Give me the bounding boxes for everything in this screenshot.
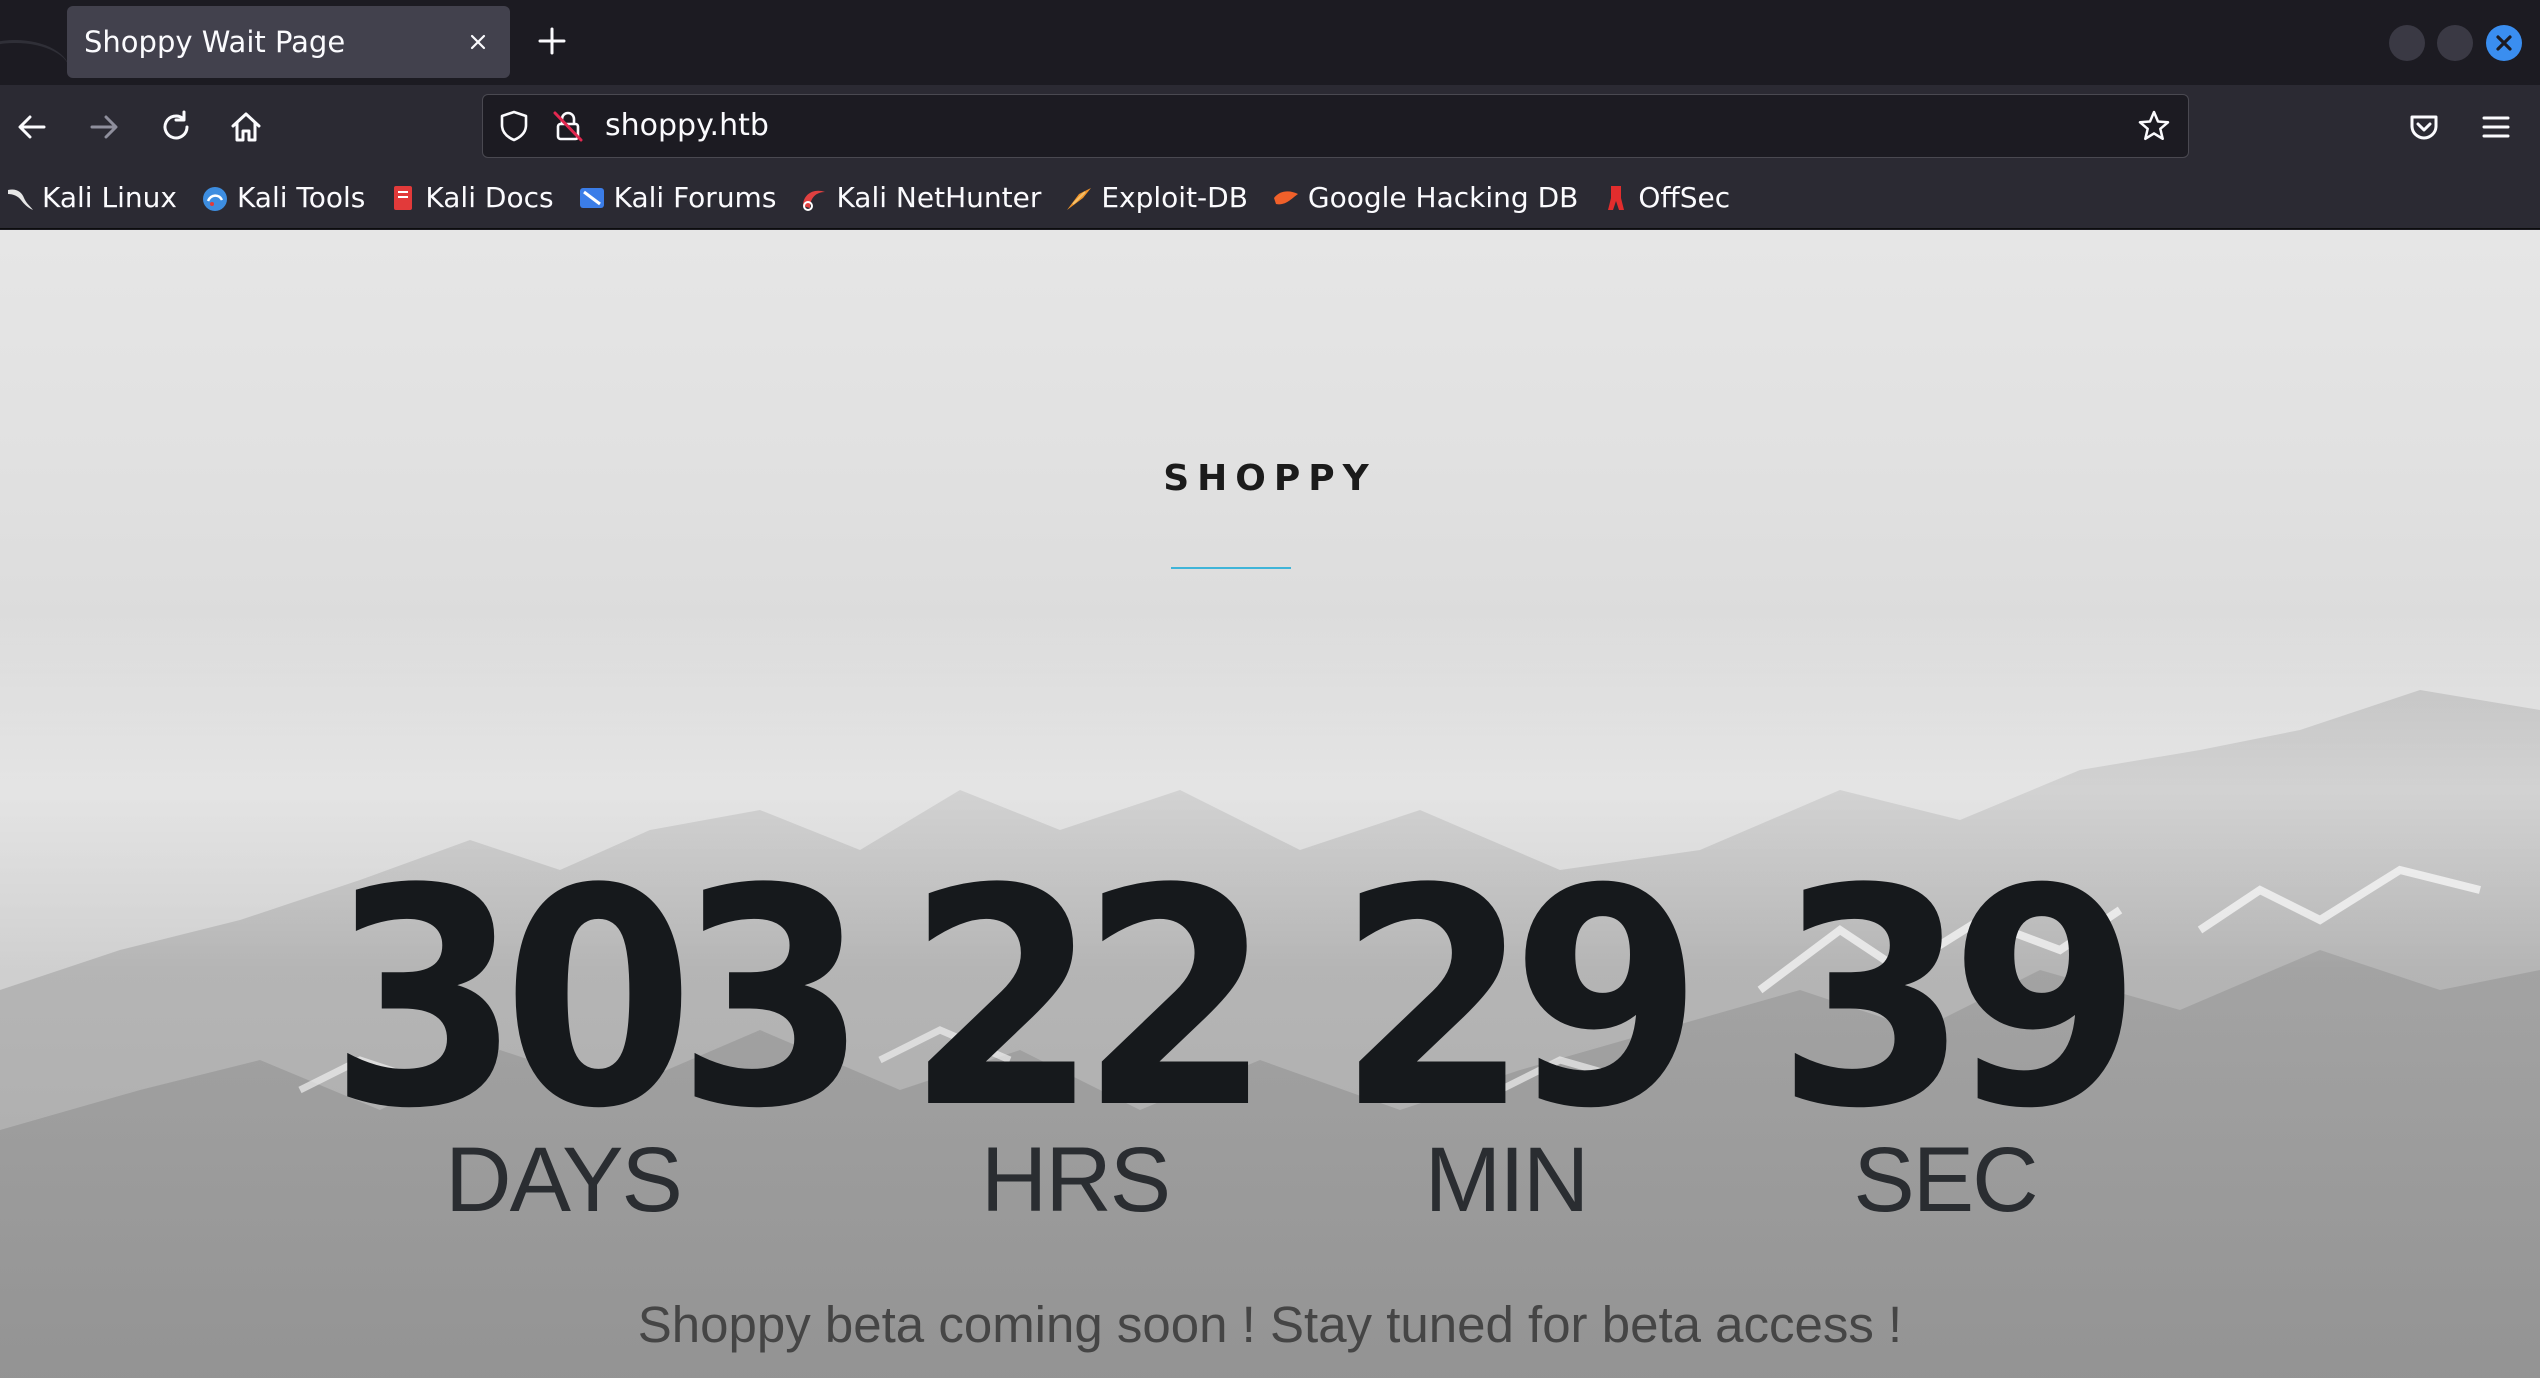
coming-soon-message: Shoppy beta coming soon ! Stay tuned for… xyxy=(637,1296,1903,1353)
kali-dragon-icon xyxy=(6,184,34,212)
tab-strip-decoration xyxy=(0,40,70,85)
navigation-toolbar: shoppy.htb xyxy=(0,85,2540,167)
countdown-seconds-value: 39 xyxy=(1776,825,2142,1174)
bookmark-google-hacking-db[interactable]: Google Hacking DB xyxy=(1272,181,1578,214)
maximize-button[interactable] xyxy=(2437,25,2473,61)
bookmarks-toolbar: Kali Linux Kali Tools Kali Docs Kali For… xyxy=(0,167,2540,229)
countdown-hours-value: 22 xyxy=(906,825,1272,1174)
bookmark-exploit-db[interactable]: Exploit-DB xyxy=(1065,181,1248,214)
brand-title: SHOPPY xyxy=(1163,458,1377,499)
page-content: SHOPPY 303 22 29 39 DAYS HRS MIN SEC Sho… xyxy=(0,230,2540,1378)
countdown-days-label: DAYS xyxy=(445,1129,683,1231)
bookmark-kali-nethunter[interactable]: Kali NetHunter xyxy=(800,181,1041,214)
kali-tools-icon xyxy=(201,184,229,212)
close-tab-icon[interactable] xyxy=(464,28,492,56)
ghdb-icon xyxy=(1272,184,1300,212)
countdown-minutes-value: 29 xyxy=(1337,825,1703,1174)
offsec-icon xyxy=(1602,184,1630,212)
pocket-icon[interactable] xyxy=(2406,109,2442,145)
minimize-button[interactable] xyxy=(2389,25,2425,61)
forward-arrow-icon[interactable] xyxy=(86,109,122,145)
kali-docs-icon xyxy=(389,184,417,212)
bookmark-kali-linux[interactable]: Kali Linux xyxy=(6,181,177,214)
bookmark-star-icon[interactable] xyxy=(2137,109,2171,143)
active-tab[interactable]: Shoppy Wait Page xyxy=(67,6,510,78)
reload-icon[interactable] xyxy=(158,109,194,145)
bookmark-offsec[interactable]: OffSec xyxy=(1602,181,1730,214)
tab-title: Shoppy Wait Page xyxy=(84,25,346,59)
nethunter-icon xyxy=(800,184,828,212)
bookmark-kali-docs[interactable]: Kali Docs xyxy=(389,181,554,214)
url-text: shoppy.htb xyxy=(605,108,769,143)
countdown-seconds-label: SEC xyxy=(1853,1129,2038,1231)
back-arrow-icon[interactable] xyxy=(14,109,50,145)
close-window-button[interactable] xyxy=(2486,25,2522,61)
shield-icon[interactable] xyxy=(497,109,531,143)
countdown-days-value: 303 xyxy=(328,825,868,1174)
bookmark-kali-tools[interactable]: Kali Tools xyxy=(201,181,365,214)
insecure-lock-icon[interactable] xyxy=(551,109,585,143)
kali-forums-icon xyxy=(578,184,606,212)
hamburger-menu-icon[interactable] xyxy=(2478,109,2514,145)
brand-underline xyxy=(1171,567,1291,569)
bookmark-kali-forums[interactable]: Kali Forums xyxy=(578,181,776,214)
new-tab-button[interactable] xyxy=(535,24,569,58)
exploit-db-icon xyxy=(1065,184,1093,212)
url-bar[interactable]: shoppy.htb xyxy=(482,94,2189,158)
tab-bar: Shoppy Wait Page xyxy=(0,0,2540,85)
home-icon[interactable] xyxy=(228,109,264,145)
